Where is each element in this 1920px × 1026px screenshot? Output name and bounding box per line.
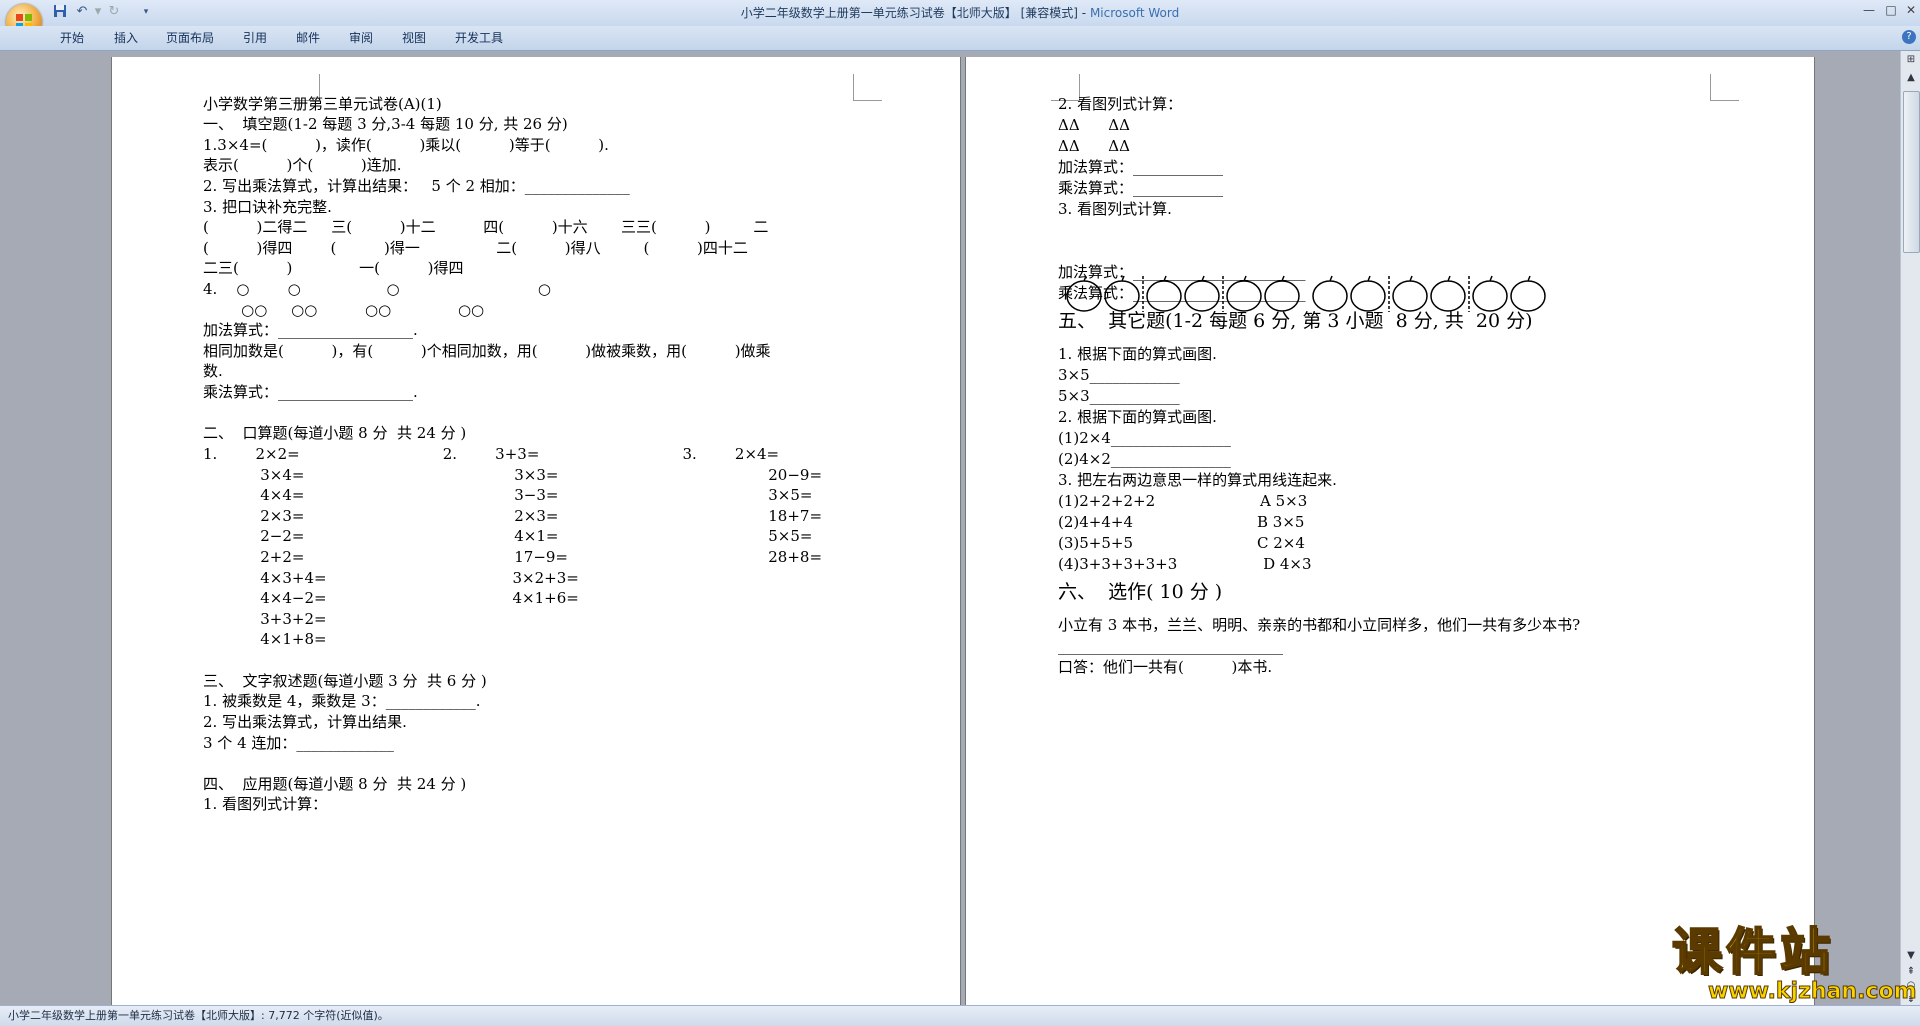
text-line: ΔΔ ΔΔ — [1058, 137, 1130, 155]
text-line: 3+3+2= — [203, 610, 327, 628]
save-icon[interactable] — [52, 4, 68, 20]
text-line: 5×3____________ — [1058, 387, 1180, 405]
text-line: 乘法算式：__________________. — [203, 383, 418, 401]
text-line: 3. 把左右两边意思一样的算式用线连起来. — [1058, 471, 1337, 489]
previous-page-icon[interactable]: ⇞ — [1904, 965, 1918, 979]
text-line: 4×3+4= 3×2+3= — [203, 569, 579, 587]
text-line: 2. 看图列式计算： — [1058, 95, 1183, 113]
text-line: 口答：他们一共有( )本书. — [1058, 658, 1273, 676]
scrollbar-thumb[interactable] — [1903, 91, 1920, 253]
text-line: 2. 根据下面的算式画图. — [1058, 408, 1217, 426]
text-line: 1.3×4=( )，读作( )乘以( )等于( ). — [203, 136, 609, 154]
tab-review[interactable]: 审阅 — [349, 30, 373, 46]
text-line: (1)2×4________________ — [1058, 429, 1231, 447]
undo-icon[interactable]: ↶ — [74, 4, 90, 20]
redo-icon[interactable]: ↻ — [106, 4, 122, 20]
text-line: 1. 看图列式计算： — [203, 795, 328, 813]
document-workspace: 小学数学第三册第三单元试卷(A)(1) 一、 填空题(1-2 每题 3 分,3-… — [0, 51, 1900, 1006]
text-line: 数. — [203, 362, 223, 380]
document-page-2[interactable]: 2. 看图列式计算： ΔΔ ΔΔ ΔΔ ΔΔ 加法算式：____________… — [965, 57, 1815, 1006]
app-name: Microsoft Word — [1089, 6, 1180, 20]
maximize-icon[interactable]: □ — [1880, 2, 1902, 18]
tab-view[interactable]: 视图 — [402, 30, 426, 46]
text-line: 1. 根据下面的算式画图. — [1058, 345, 1217, 363]
text-line: 二、 口算题(每道小题 8 分 共 24 分 ) — [203, 424, 467, 442]
text-line: 加法算式：____________ — [1058, 158, 1224, 176]
section-heading: 六、 选作( 10 分 ) — [1058, 581, 1223, 603]
apple-groups-picture — [1066, 275, 1546, 312]
text-line: 1. 被乘数是 4，乘数是 3：____________. — [203, 692, 481, 710]
text-line: 4. ○ ○ ○ ○ — [203, 280, 551, 298]
text-line: 四、 应用题(每道小题 8 分 共 24 分 ) — [203, 775, 467, 793]
tab-insert[interactable]: 插入 — [114, 30, 138, 46]
text-line: 相同加数是( )，有( )个相同加数，用( )做被乘数，用( )做乘 — [203, 342, 771, 360]
scroll-up-icon[interactable]: ▲ — [1904, 71, 1918, 85]
text-line: (2)4×2________________ — [1058, 450, 1231, 468]
text-line: ______________________________ — [1058, 637, 1283, 655]
tab-references[interactable]: 引用 — [243, 30, 267, 46]
text-line: 2. 写出乘法算式，计算出结果： 5 个 2 相加：______________ — [203, 177, 630, 195]
window-title: 小学二年级数学上册第一单元练习试卷【北师大版】 [兼容模式] - Microso… — [0, 0, 1920, 26]
text-line: 加法算式：__________________. — [203, 321, 418, 339]
scroll-down-icon[interactable]: ▼ — [1904, 949, 1918, 963]
margin-corner-mark — [853, 74, 882, 101]
minimize-icon[interactable]: — — [1858, 2, 1880, 18]
site-watermark-logo: 课件站 www.kjzhan.com — [1671, 922, 1917, 1005]
text-line: (3)5+5+5 C 2×4 — [1058, 534, 1305, 552]
tab-mailings[interactable]: 邮件 — [296, 30, 320, 46]
customize-quick-access-icon[interactable]: ▾ — [138, 4, 154, 20]
tab-page-layout[interactable]: 页面布局 — [166, 30, 214, 46]
text-line: 4×4−2= 4×1+6= — [203, 589, 579, 607]
text-line: 1. 2×2= 2. 3+3= 3. 2×4= — [203, 445, 780, 463]
vertical-scrollbar[interactable]: ⊞ ▲ ▼ ⇞ ○ ⇟ — [1900, 51, 1920, 1006]
text-line: (4)3+3+3+3+3 D 4×3 — [1058, 555, 1312, 573]
text-line: 小立有 3 本书，兰兰、明明、亲亲的书都和小立同样多，他们一共有多少本书? — [1058, 616, 1581, 634]
text-line: ○○ ○○ ○○ ○○ — [203, 301, 485, 319]
text-line: 3. 看图列式计算. — [1058, 200, 1172, 218]
margin-corner-mark — [1710, 74, 1739, 101]
text-line: 4×1+8= — [203, 630, 327, 648]
title-bar: 小学二年级数学上册第一单元练习试卷【北师大版】 [兼容模式] - Microso… — [0, 0, 1920, 26]
text-line: 3×5____________ — [1058, 366, 1180, 384]
close-icon[interactable]: ✕ — [1900, 2, 1920, 18]
text-line: 2−2= 4×1= 5×5= — [203, 527, 813, 545]
tab-developer[interactable]: 开发工具 — [455, 30, 503, 46]
text-line: ΔΔ ΔΔ — [1058, 116, 1130, 134]
text-line: 二三( ) 一( )得四 — [203, 259, 464, 277]
ribbon-tabs: 开始 插入 页面布局 引用 邮件 审阅 视图 开发工具 — [0, 26, 1920, 51]
text-line: 3 个 4 连加：_____________ — [203, 734, 394, 752]
text-line: 一、 填空题(1-2 每题 3 分,3-4 每题 10 分, 共 26 分) — [203, 115, 568, 133]
text-line: 2×3= 2×3= 18+7= — [203, 507, 823, 525]
status-text: 小学二年级数学上册第一单元练习试卷【北师大版】: 7,772 个字符(近似值)。 — [8, 1009, 389, 1022]
text-line: 小学数学第三册第三单元试卷(A)(1) — [203, 95, 442, 113]
ruler-toggle-icon[interactable]: ⊞ — [1904, 53, 1918, 67]
document-title: 小学二年级数学上册第一单元练习试卷【北师大版】 [兼容模式] — [740, 6, 1078, 20]
status-bar: 小学二年级数学上册第一单元练习试卷【北师大版】: 7,772 个字符(近似值)。 — [0, 1005, 1920, 1026]
text-line: (1)2+2+2+2 A 5×3 — [1058, 492, 1308, 510]
title-separator: - — [1077, 6, 1090, 20]
text-line: 3. 把口诀补充完整. — [203, 198, 332, 216]
text-line: 表示( )个( )连加. — [203, 156, 402, 174]
watermark-title: 课件站 — [1671, 922, 1834, 981]
text-line: ( )得四 ( )得一 二( )得八 ( )四十二 — [203, 239, 748, 257]
text-line: 乘法算式：____________ — [1058, 179, 1224, 197]
text-line: 2. 写出乘法算式，计算出结果. — [203, 713, 407, 731]
document-page-1[interactable]: 小学数学第三册第三单元试卷(A)(1) 一、 填空题(1-2 每题 3 分,3-… — [111, 57, 961, 1006]
text-line: 3×4= 3×3= 20−9= — [203, 466, 823, 484]
text-line: (2)4+4+4 B 3×5 — [1058, 513, 1305, 531]
tab-home[interactable]: 开始 — [60, 30, 84, 46]
help-icon[interactable]: ? — [1902, 30, 1916, 44]
text-line: 2+2= 17−9= 28+8= — [203, 548, 823, 566]
text-line: ( )二得二 三( )十二 四( )十六 三三( ) 二 — [203, 218, 769, 236]
watermark-url: www.kjzhan.com — [1708, 979, 1918, 1004]
text-line: 三、 文字叙述题(每道小题 3 分 共 6 分 ) — [203, 672, 487, 690]
undo-dropdown-icon[interactable]: ▾ — [90, 4, 106, 20]
text-line: 4×4= 3−3= 3×5= — [203, 486, 813, 504]
